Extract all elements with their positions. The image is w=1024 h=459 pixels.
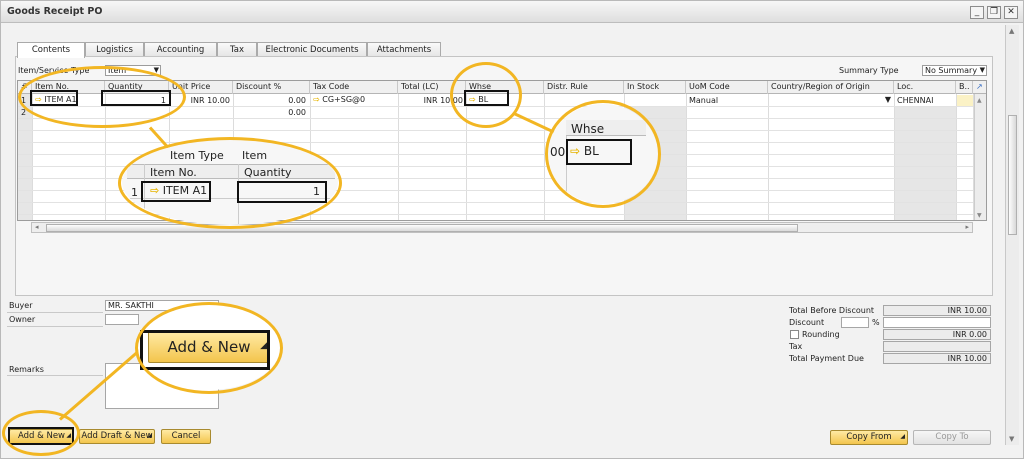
callout-oval-item-qty xyxy=(18,66,186,128)
percent-sign: % xyxy=(872,318,880,327)
dropdown-triangle-icon[interactable]: ◢ xyxy=(900,430,905,443)
col-header-uom-code[interactable]: UoM Code xyxy=(686,81,768,94)
callout-oval-zoom-right xyxy=(545,100,661,208)
country-origin-cell[interactable]: ▼ xyxy=(771,95,891,104)
scroll-down-icon[interactable]: ▼ xyxy=(1009,435,1014,443)
summary-type-value: No Summary xyxy=(925,66,978,75)
add-draft-new-button[interactable]: Add Draft & New ◢ xyxy=(79,429,155,444)
restore-button[interactable]: ❐ xyxy=(987,6,1001,19)
discount-cell[interactable]: 0.00 xyxy=(236,96,306,105)
cancel-button[interactable]: Cancel xyxy=(161,429,211,444)
window-vertical-scrollbar[interactable]: ▲ ▼ xyxy=(1005,25,1019,445)
tax-code-value: CG+SG@0 xyxy=(322,95,366,104)
col-header-tax-code[interactable]: Tax Code xyxy=(310,81,398,94)
tab-accounting[interactable]: Accounting xyxy=(144,42,217,57)
chevron-down-icon: ▼ xyxy=(979,66,985,74)
loc-cell: CHENNAI xyxy=(897,96,934,105)
expand-icon[interactable]: ↗ xyxy=(973,81,986,94)
tab-attachments[interactable]: Attachments xyxy=(367,42,441,57)
add-draft-new-label: Add Draft & New xyxy=(81,431,153,441)
tab-logistics[interactable]: Logistics xyxy=(85,42,144,57)
scroll-thumb[interactable] xyxy=(1008,115,1017,235)
chevron-down-icon[interactable]: ▼ xyxy=(885,95,891,104)
grid-horizontal-scrollbar[interactable]: ◂ ▸ xyxy=(31,222,973,233)
total-payment-due-label: Total Payment Due xyxy=(789,354,864,363)
remarks-label: Remarks xyxy=(9,365,44,374)
col-header-distr-rule[interactable]: Distr. Rule xyxy=(544,81,624,94)
dropdown-triangle-icon[interactable]: ◢ xyxy=(147,429,152,442)
grid-vertical-scrollbar[interactable]: ▲ ▼ xyxy=(974,94,986,220)
col-header-country-origin[interactable]: Country/Region of Origin xyxy=(768,81,894,94)
copy-to-button[interactable]: Copy To xyxy=(913,430,991,445)
callout-oval-add-new xyxy=(2,410,80,456)
col-header-b[interactable]: B.. xyxy=(956,81,973,94)
discount-amount-field[interactable] xyxy=(883,317,991,328)
col-header-discount[interactable]: Discount % xyxy=(233,81,310,94)
scroll-right-icon[interactable]: ▸ xyxy=(965,223,969,231)
total-before-discount-field: INR 10.00 xyxy=(883,305,991,316)
scroll-down-icon[interactable]: ▼ xyxy=(977,212,982,219)
owner-field[interactable] xyxy=(105,314,139,325)
window-title: Goods Receipt PO xyxy=(7,6,103,17)
scroll-left-icon[interactable]: ◂ xyxy=(35,223,39,231)
total-payment-due-field: INR 10.00 xyxy=(883,353,991,364)
tax-code-cell[interactable]: ⇨ CG+SG@0 xyxy=(313,95,397,104)
loc-column-readonly xyxy=(894,106,956,220)
batch-cell[interactable] xyxy=(956,95,973,106)
link-arrow-icon[interactable]: ⇨ xyxy=(313,95,320,104)
tab-contents[interactable]: Contents xyxy=(17,42,85,58)
tab-tax[interactable]: Tax xyxy=(217,42,257,57)
rounding-checkbox[interactable] xyxy=(790,330,799,339)
copy-from-button[interactable]: Copy From ◢ xyxy=(830,430,908,445)
title-bar: Goods Receipt PO _ ❐ ✕ xyxy=(1,1,1023,23)
buyer-label: Buyer xyxy=(9,301,33,310)
callout-oval-zoom-left xyxy=(118,137,342,229)
minimize-button[interactable]: _ xyxy=(970,6,984,19)
scroll-up-icon[interactable]: ▲ xyxy=(977,97,982,104)
copy-from-label: Copy From xyxy=(846,432,892,442)
uom-code-cell[interactable]: Manual xyxy=(689,96,765,105)
rounding-field: INR 0.00 xyxy=(883,329,991,340)
tax-field xyxy=(883,341,991,352)
rounding-label: Rounding xyxy=(802,330,840,339)
total-before-discount-label: Total Before Discount xyxy=(789,306,875,315)
scroll-up-icon[interactable]: ▲ xyxy=(1009,27,1014,35)
close-button[interactable]: ✕ xyxy=(1004,6,1018,19)
discount-label: Discount xyxy=(789,318,825,327)
owner-label: Owner xyxy=(9,315,36,324)
tax-label: Tax xyxy=(789,342,803,351)
callout-oval-zoom-add-new xyxy=(135,302,283,394)
scroll-thumb[interactable] xyxy=(46,224,798,232)
callout-oval-whse xyxy=(450,62,522,128)
summary-type-label: Summary Type xyxy=(839,66,899,75)
discount-percent-field[interactable] xyxy=(841,317,869,328)
col-header-in-stock[interactable]: In Stock xyxy=(624,81,686,94)
summary-type-select[interactable]: No Summary ▼ xyxy=(922,65,987,76)
goods-receipt-window: Goods Receipt PO _ ❐ ✕ Contents Logistic… xyxy=(0,0,1024,459)
tab-electronic-documents[interactable]: Electronic Documents xyxy=(257,42,367,57)
discount-cell[interactable]: 0.00 xyxy=(236,108,306,117)
col-header-loc[interactable]: Loc. xyxy=(894,81,956,94)
